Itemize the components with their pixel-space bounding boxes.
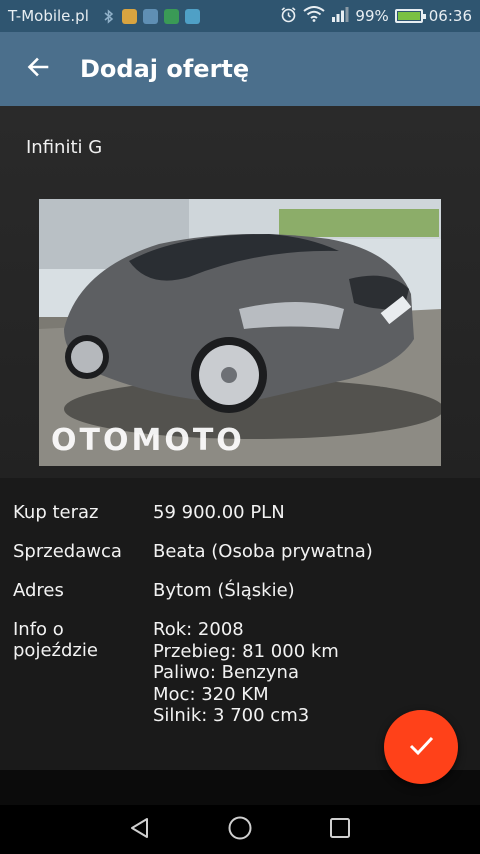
- carrier-label: T-Mobile.pl: [8, 7, 89, 25]
- back-button[interactable]: [0, 32, 76, 106]
- battery-icon: [394, 9, 426, 23]
- signal-icon: [331, 6, 349, 26]
- nav-back-button[interactable]: [120, 810, 160, 850]
- alarm-icon: [280, 6, 297, 27]
- check-icon: [407, 731, 435, 763]
- vehicle-info-line: Rok: 2008: [153, 619, 244, 640]
- detail-value: Beata (Osoba prywatna): [153, 541, 373, 562]
- confirm-button[interactable]: [384, 710, 458, 784]
- detail-row-vehicle-info: Info o pojeździe Rok: 2008 Przebieg: 81 …: [13, 619, 339, 727]
- wifi-icon: [303, 6, 326, 26]
- otomoto-watermark: OTOMOTO: [51, 423, 245, 458]
- gallery-icon: [142, 8, 158, 24]
- detail-label: Adres: [13, 580, 64, 601]
- car-photo[interactable]: OTOMOTO: [39, 199, 441, 466]
- sim-icon: [121, 8, 137, 24]
- nav-home-button[interactable]: [220, 810, 260, 850]
- vehicle-info-line: Moc: 320 KM: [153, 683, 269, 705]
- bluetooth-icon: [101, 8, 116, 24]
- car-name: Infiniti G: [26, 137, 103, 158]
- vehicle-info-lines: Rok: 2008 Przebieg: 81 000 km Paliwo: Be…: [153, 619, 339, 727]
- home-circle-icon: [227, 815, 253, 845]
- status-bar: T-Mobile.pl 99% 06:36: [0, 0, 480, 32]
- battery-percent: 99%: [355, 7, 389, 25]
- detail-row-seller: Sprzedawca Beata (Osoba prywatna): [13, 541, 373, 563]
- back-triangle-icon: [128, 816, 152, 844]
- detail-row-price: Kup teraz 59 900.00 PLN: [13, 502, 285, 524]
- system-nav-bar: [0, 805, 480, 854]
- arrow-back-icon: [26, 55, 50, 83]
- recents-square-icon: [328, 816, 352, 844]
- detail-label: Sprzedawca: [13, 541, 122, 562]
- listing-card: Infiniti G OTOMOTO Kup teraz 59 900.00 P…: [0, 106, 480, 770]
- detail-label: Kup teraz: [13, 502, 99, 523]
- store-icon: [184, 8, 200, 24]
- nav-recents-button[interactable]: [320, 810, 360, 850]
- detail-value: 59 900.00 PLN: [153, 502, 285, 523]
- detail-label: Info o pojeździe: [13, 619, 98, 661]
- page-title: Dodaj ofertę: [80, 55, 250, 83]
- vehicle-info-line: Paliwo: Benzyna: [153, 662, 299, 683]
- detail-row-address: Adres Bytom (Śląskie): [13, 580, 295, 602]
- clock: 06:36: [428, 7, 472, 25]
- app-icon: [163, 8, 179, 24]
- vehicle-info-line: Silnik: 3 700 cm3: [153, 705, 310, 726]
- app-bar: Dodaj ofertę: [0, 32, 480, 106]
- vehicle-info-line: Przebieg: 81 000 km: [153, 640, 339, 662]
- detail-value: Bytom (Śląskie): [153, 580, 295, 601]
